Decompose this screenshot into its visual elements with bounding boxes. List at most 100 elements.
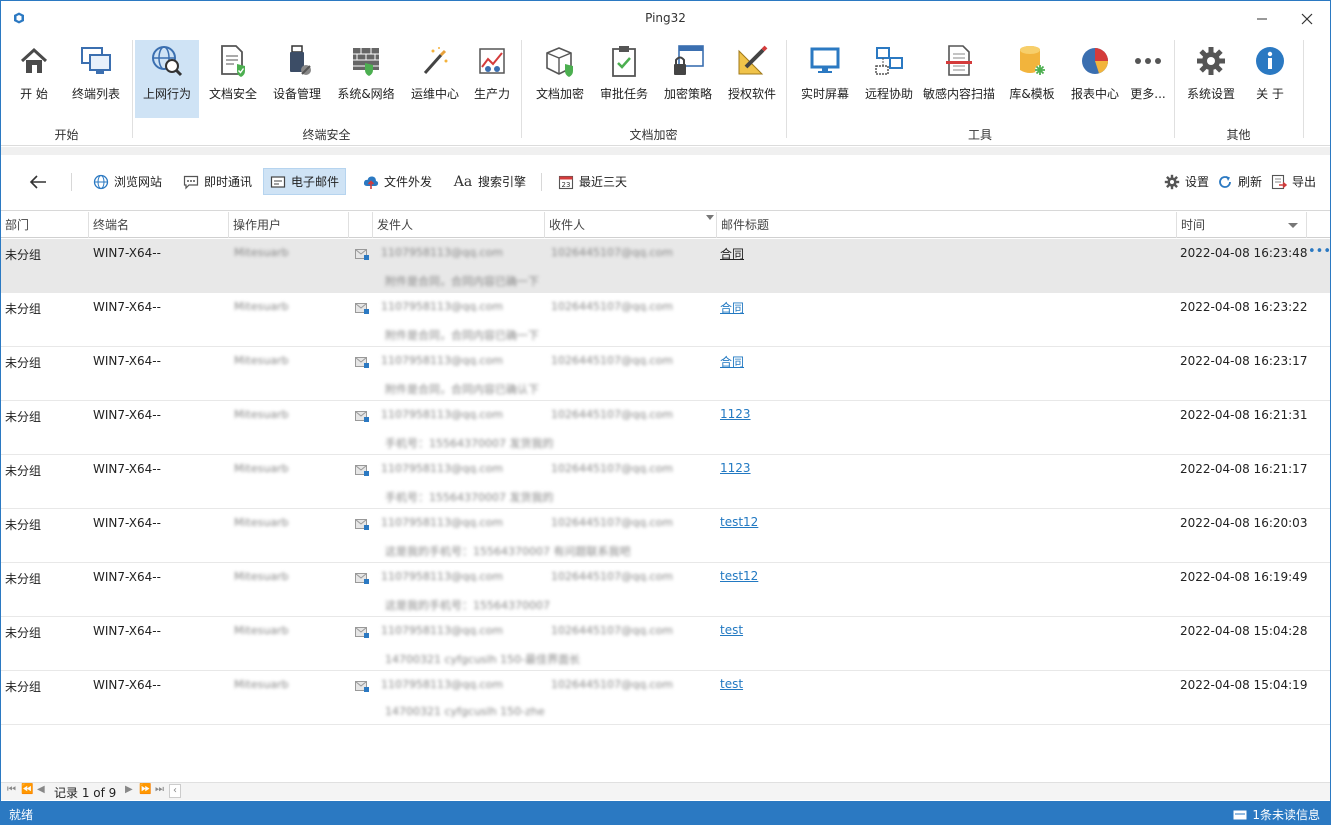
ribbon-system-settings-button[interactable]: 系统设置 — [1183, 40, 1239, 118]
email-attachment-icon — [355, 411, 369, 422]
cell-sender: 1107958113@qq.com — [381, 354, 503, 367]
tab-file-outgoing[interactable]: 文件外发 — [357, 168, 438, 195]
column-header-user[interactable]: 操作用户 — [229, 212, 349, 238]
prev-page-group-icon[interactable]: ⏪ — [21, 784, 33, 795]
tab-browse-web[interactable]: 浏览网站 — [87, 168, 168, 195]
unread-messages[interactable]: 1条未读信息 — [1233, 806, 1320, 823]
cell-subject[interactable]: 1123 — [720, 407, 751, 421]
column-header-recipient[interactable]: 收件人 — [545, 212, 717, 238]
tab-search-engine[interactable]: Aa 搜索引擎 — [447, 168, 532, 195]
cell-subject[interactable]: test — [720, 623, 743, 637]
cell-terminal: WIN7-X64-- — [93, 408, 161, 422]
tab-email[interactable]: 电子邮件 — [263, 168, 347, 195]
first-page-icon[interactable]: ⏮ — [7, 784, 16, 795]
table-row[interactable]: 未分组 WIN7-X64-- Mitesuarb 1107958113@qq.com 附… — [1, 347, 1330, 401]
table-row[interactable]: 未分组 WIN7-X64-- Mitesuarb 1107958113@qq.com 1… — [1, 617, 1330, 671]
table-row[interactable]: 未分组 WIN7-X64-- Mitesuarb 1107958113@qq.com 1… — [1, 671, 1330, 725]
email-attachment-icon — [355, 681, 369, 692]
ribbon-encrypt-policy-button[interactable]: 加密策略 — [659, 40, 717, 118]
toolbar-separator — [541, 173, 542, 191]
ribbon-report-center-button[interactable]: 报表中心 — [1067, 40, 1123, 118]
scroll-left-arrow[interactable]: ‹ — [169, 784, 181, 798]
group-label-tools: 工具 — [967, 128, 992, 142]
cell-sender: 1107958113@qq.com — [381, 516, 503, 529]
cell-time: 2022-04-08 16:23:17 — [1180, 354, 1308, 368]
table-row[interactable]: 未分组 WIN7-X64-- Mitesuarb 1107958113@qq.com 这… — [1, 563, 1330, 617]
cell-subject[interactable]: 1123 — [720, 461, 751, 475]
ribbon-doc-security-button[interactable]: 文档安全 — [205, 40, 261, 118]
globe-icon — [93, 174, 109, 190]
pie-chart-icon — [1078, 44, 1112, 78]
date-range-last-three-days[interactable]: 23 最近三天 — [552, 168, 633, 195]
cell-body-preview: 附件是合同，合同内容已确一下 — [385, 329, 539, 342]
ribbon-productivity-button[interactable]: 生产力 — [469, 40, 515, 118]
status-bar: 就绪 1条未读信息 — [1, 801, 1330, 825]
horizontal-scrollbar[interactable] — [183, 783, 1330, 800]
next-page-group-icon[interactable]: ⏩ — [139, 784, 151, 795]
group-separator — [1174, 40, 1175, 138]
export-button[interactable]: 导出 — [1265, 168, 1322, 195]
table-row[interactable]: 未分组 WIN7-X64-- Mitesuarb 1107958113@qq.com 这… — [1, 509, 1330, 563]
tab-instant-messaging[interactable]: 即时通讯 — [177, 168, 258, 195]
cell-subject[interactable]: test12 — [720, 569, 758, 583]
ribbon-device-mgmt-button[interactable]: 设备管理 — [269, 40, 325, 118]
cell-subject[interactable]: test12 — [720, 515, 758, 529]
prev-page-icon[interactable]: ◀ — [37, 784, 45, 795]
ribbon-web-behavior-button[interactable]: 上网行为 — [135, 40, 199, 118]
column-header-time[interactable]: 时间 — [1177, 212, 1307, 238]
ribbon-doc-encrypt-button[interactable]: 文档加密 — [531, 40, 589, 118]
toolbar-separator — [71, 173, 72, 191]
minimize-button[interactable] — [1239, 1, 1285, 36]
cell-subject[interactable]: 合同 — [720, 353, 744, 370]
window-lock-icon — [671, 44, 705, 78]
cell-recipient: 1026445107@qq.com — [551, 300, 673, 313]
cell-subject[interactable]: test — [720, 677, 743, 691]
table-row[interactable]: 未分组 WIN7-X64-- Mitesuarb 1107958113@qq.com 手… — [1, 455, 1330, 509]
cell-time: 2022-04-08 16:23:22 — [1180, 300, 1308, 314]
close-button[interactable] — [1284, 1, 1330, 36]
cell-time: 2022-04-08 16:23:48 — [1180, 246, 1308, 260]
ribbon-live-screen-button[interactable]: 实时屏幕 — [796, 40, 854, 118]
cell-user: Mitesuarb — [234, 354, 289, 367]
column-header-subject[interactable]: 邮件标题 — [717, 212, 1177, 238]
ribbon-system-network-button[interactable]: 系统&网络 — [333, 40, 399, 118]
cell-terminal: WIN7-X64-- — [93, 516, 161, 530]
encrypted-box-icon — [543, 44, 577, 78]
column-header-terminal[interactable]: 终端名 — [89, 212, 229, 238]
last-page-icon[interactable]: ⏭ — [155, 784, 164, 795]
grid-header: 部门 终端名 操作用户 发件人 收件人 邮件标题 时间 — [1, 212, 1330, 238]
ribbon-approval-tasks-button[interactable]: 审批任务 — [596, 40, 652, 118]
table-row[interactable]: 未分组 WIN7-X64-- Mitesuarb 1107958113@qq.com 手… — [1, 401, 1330, 455]
ribbon-library-template-button[interactable]: 库&模板 — [1005, 40, 1059, 118]
refresh-button[interactable]: 刷新 — [1211, 168, 1268, 195]
ribbon-sensitive-scan-button[interactable]: 敏感内容扫描 — [921, 40, 997, 118]
ribbon-licensed-software-button[interactable]: 授权软件 — [723, 40, 781, 118]
cell-subject[interactable]: 合同 — [720, 245, 744, 262]
column-header-sender[interactable]: 发件人 — [373, 212, 545, 238]
row-more-menu[interactable]: ••• — [1308, 244, 1330, 259]
group-label-start: 开始 — [54, 128, 79, 142]
next-page-icon[interactable]: ▶ — [125, 784, 133, 795]
table-row[interactable]: 未分组 WIN7-X64-- Mitesuarb 1107958113@qq.com 附… — [1, 239, 1330, 293]
cell-user: Mitesuarb — [234, 462, 289, 475]
column-header-icon[interactable] — [349, 212, 373, 238]
cell-sender: 1107958113@qq.com — [381, 408, 503, 421]
cell-user: Mitesuarb — [234, 300, 289, 313]
cell-subject[interactable]: 合同 — [720, 299, 744, 316]
ribbon-about-button[interactable]: 关 于 — [1249, 40, 1291, 118]
ribbon-remote-assist-button[interactable]: 远程协助 — [860, 40, 918, 118]
back-button[interactable] — [23, 168, 53, 195]
table-row[interactable]: 未分组 WIN7-X64-- Mitesuarb 1107958113@qq.com 附… — [1, 293, 1330, 347]
cell-dept: 未分组 — [5, 356, 42, 370]
ribbon-ops-center-button[interactable]: 运维中心 — [406, 40, 464, 118]
monitors-icon — [79, 44, 113, 78]
ribbon-terminal-list-button[interactable]: 终端列表 — [67, 40, 125, 118]
gear-icon — [1194, 44, 1228, 78]
column-header-dept[interactable]: 部门 — [1, 212, 89, 238]
export-icon — [1271, 174, 1287, 190]
ribbon-more-button[interactable]: 更多... — [1129, 40, 1167, 118]
ribbon-home-button[interactable]: 开 始 — [9, 40, 59, 118]
cell-user: Mitesuarb — [234, 570, 289, 583]
settings-button[interactable]: 设置 — [1158, 168, 1215, 195]
cell-recipient: 1026445107@qq.com — [551, 246, 673, 259]
